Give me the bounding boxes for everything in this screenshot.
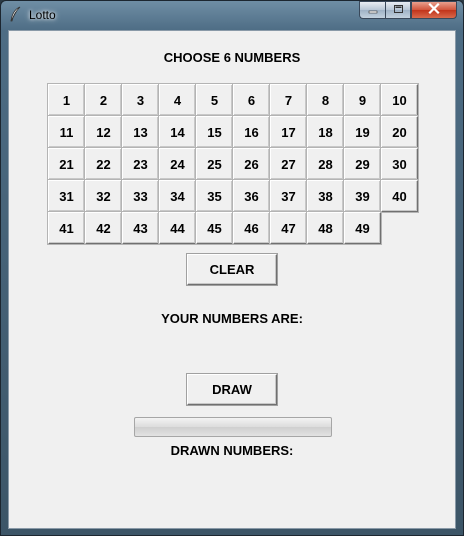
window-title: Lotto (29, 8, 56, 22)
drawn-numbers-label: DRAWN NUMBERS: (170, 443, 294, 458)
number-button-13[interactable]: 13 (122, 116, 159, 148)
number-button-22[interactable]: 22 (85, 148, 122, 180)
number-button-8[interactable]: 8 (307, 84, 344, 116)
number-button-41[interactable]: 41 (48, 212, 85, 244)
number-button-9[interactable]: 9 (344, 84, 381, 116)
close-button[interactable] (411, 1, 457, 19)
number-button-20[interactable]: 20 (381, 116, 418, 148)
number-button-37[interactable]: 37 (270, 180, 307, 212)
number-button-2[interactable]: 2 (85, 84, 122, 116)
number-button-32[interactable]: 32 (85, 180, 122, 212)
number-button-1[interactable]: 1 (48, 84, 85, 116)
your-numbers-label: YOUR NUMBERS ARE: (161, 311, 303, 326)
number-button-25[interactable]: 25 (196, 148, 233, 180)
maximize-icon (393, 1, 404, 19)
draw-button[interactable]: DRAW (187, 374, 277, 405)
number-button-28[interactable]: 28 (307, 148, 344, 180)
feather-icon (9, 6, 23, 22)
number-button-11[interactable]: 11 (48, 116, 85, 148)
number-button-7[interactable]: 7 (270, 84, 307, 116)
number-button-36[interactable]: 36 (233, 180, 270, 212)
number-button-26[interactable]: 26 (233, 148, 270, 180)
number-button-5[interactable]: 5 (196, 84, 233, 116)
number-button-27[interactable]: 27 (270, 148, 307, 180)
number-button-43[interactable]: 43 (122, 212, 159, 244)
number-button-38[interactable]: 38 (307, 180, 344, 212)
number-button-12[interactable]: 12 (85, 116, 122, 148)
number-button-31[interactable]: 31 (48, 180, 85, 212)
maximize-button[interactable] (385, 1, 411, 19)
number-button-35[interactable]: 35 (196, 180, 233, 212)
number-button-49[interactable]: 49 (344, 212, 381, 244)
number-button-47[interactable]: 47 (270, 212, 307, 244)
client-area: CHOOSE 6 NUMBERS 1 2 3 4 5 6 7 8 9 10 11 12 13 14 15 16… (8, 30, 456, 529)
title-bar[interactable]: Lotto (1, 1, 463, 28)
number-button-16[interactable]: 16 (233, 116, 270, 148)
window-controls (359, 1, 457, 20)
number-button-17[interactable]: 17 (270, 116, 307, 148)
number-button-14[interactable]: 14 (159, 116, 196, 148)
close-icon (428, 1, 440, 19)
number-button-48[interactable]: 48 (307, 212, 344, 244)
number-button-45[interactable]: 45 (196, 212, 233, 244)
choose-numbers-label: CHOOSE 6 NUMBERS (163, 50, 301, 65)
number-button-33[interactable]: 33 (122, 180, 159, 212)
number-button-4[interactable]: 4 (159, 84, 196, 116)
minimize-button[interactable] (359, 1, 385, 19)
number-button-42[interactable]: 42 (85, 212, 122, 244)
number-button-6[interactable]: 6 (233, 84, 270, 116)
number-button-24[interactable]: 24 (159, 148, 196, 180)
number-button-3[interactable]: 3 (122, 84, 159, 116)
number-button-34[interactable]: 34 (159, 180, 196, 212)
draw-progress-bar (134, 417, 332, 437)
number-button-44[interactable]: 44 (159, 212, 196, 244)
number-button-29[interactable]: 29 (344, 148, 381, 180)
number-button-39[interactable]: 39 (344, 180, 381, 212)
minimize-icon (368, 1, 378, 19)
number-button-15[interactable]: 15 (196, 116, 233, 148)
number-button-19[interactable]: 19 (344, 116, 381, 148)
number-button-10[interactable]: 10 (381, 84, 418, 116)
number-button-21[interactable]: 21 (48, 148, 85, 180)
number-button-40[interactable]: 40 (381, 180, 418, 212)
number-button-46[interactable]: 46 (233, 212, 270, 244)
app-window: Lotto CHOOSE 6 NUMBERS 1 2 3 4 5 6 7 8 9 10 11 12 13… (0, 0, 464, 536)
number-button-30[interactable]: 30 (381, 148, 418, 180)
clear-button[interactable]: CLEAR (187, 254, 277, 285)
number-button-23[interactable]: 23 (122, 148, 159, 180)
number-button-18[interactable]: 18 (307, 116, 344, 148)
